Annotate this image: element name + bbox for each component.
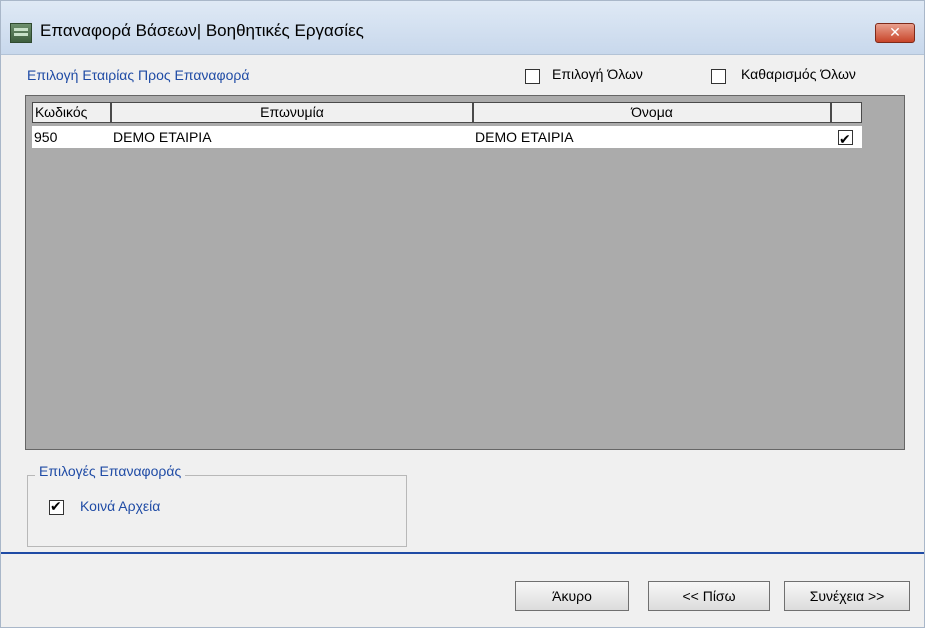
cell-name: DEMO ΕΤΑΙΡΙΑ xyxy=(475,129,574,145)
back-button[interactable]: << Πίσω xyxy=(648,581,770,611)
company-grid[interactable]: Κωδικός Επωνυμία Όνομα 950 DEMO ΕΤΑΙΡΙΑ … xyxy=(25,95,905,450)
clear-all-checkbox[interactable] xyxy=(711,69,726,84)
select-all-checkbox[interactable] xyxy=(525,69,540,84)
close-button[interactable]: ✕ xyxy=(875,23,915,43)
company-selection-label: Επιλογή Εταιρίας Προς Επαναφορά xyxy=(27,67,250,83)
table-row[interactable]: 950 DEMO ΕΤΑΙΡΙΑ DEMO ΕΤΑΙΡΙΑ xyxy=(32,126,862,150)
next-button[interactable]: Συνέχεια >> xyxy=(784,581,910,611)
column-header-code[interactable]: Κωδικός xyxy=(32,102,111,123)
column-header-name[interactable]: Όνομα xyxy=(473,102,831,123)
restore-options-legend: Επιλογές Επαναφοράς xyxy=(35,463,186,479)
clear-all-label[interactable]: Καθαρισμός Όλων xyxy=(741,66,856,82)
cell-code: 950 xyxy=(34,129,58,145)
title-bar[interactable]: Επαναφορά Βάσεων| Βοηθητικές Εργασίες ✕ xyxy=(1,1,924,55)
common-files-label[interactable]: Κοινά Αρχεία xyxy=(80,498,160,514)
cancel-button[interactable]: Άκυρο xyxy=(515,581,629,611)
cell-company-name: DEMO ΕΤΑΙΡΙΑ xyxy=(113,129,212,145)
select-all-label[interactable]: Επιλογή Όλων xyxy=(552,66,643,82)
restore-dialog: Επαναφορά Βάσεων| Βοηθητικές Εργασίες ✕ … xyxy=(0,0,925,628)
column-header-company-name[interactable]: Επωνυμία xyxy=(111,102,473,123)
window-title: Επαναφορά Βάσεων| Βοηθητικές Εργασίες xyxy=(40,21,364,40)
row-select-checkbox[interactable] xyxy=(838,128,853,150)
common-files-checkbox[interactable] xyxy=(49,498,64,515)
app-icon xyxy=(10,23,32,43)
footer-divider xyxy=(1,552,924,554)
column-header-select xyxy=(831,102,862,123)
